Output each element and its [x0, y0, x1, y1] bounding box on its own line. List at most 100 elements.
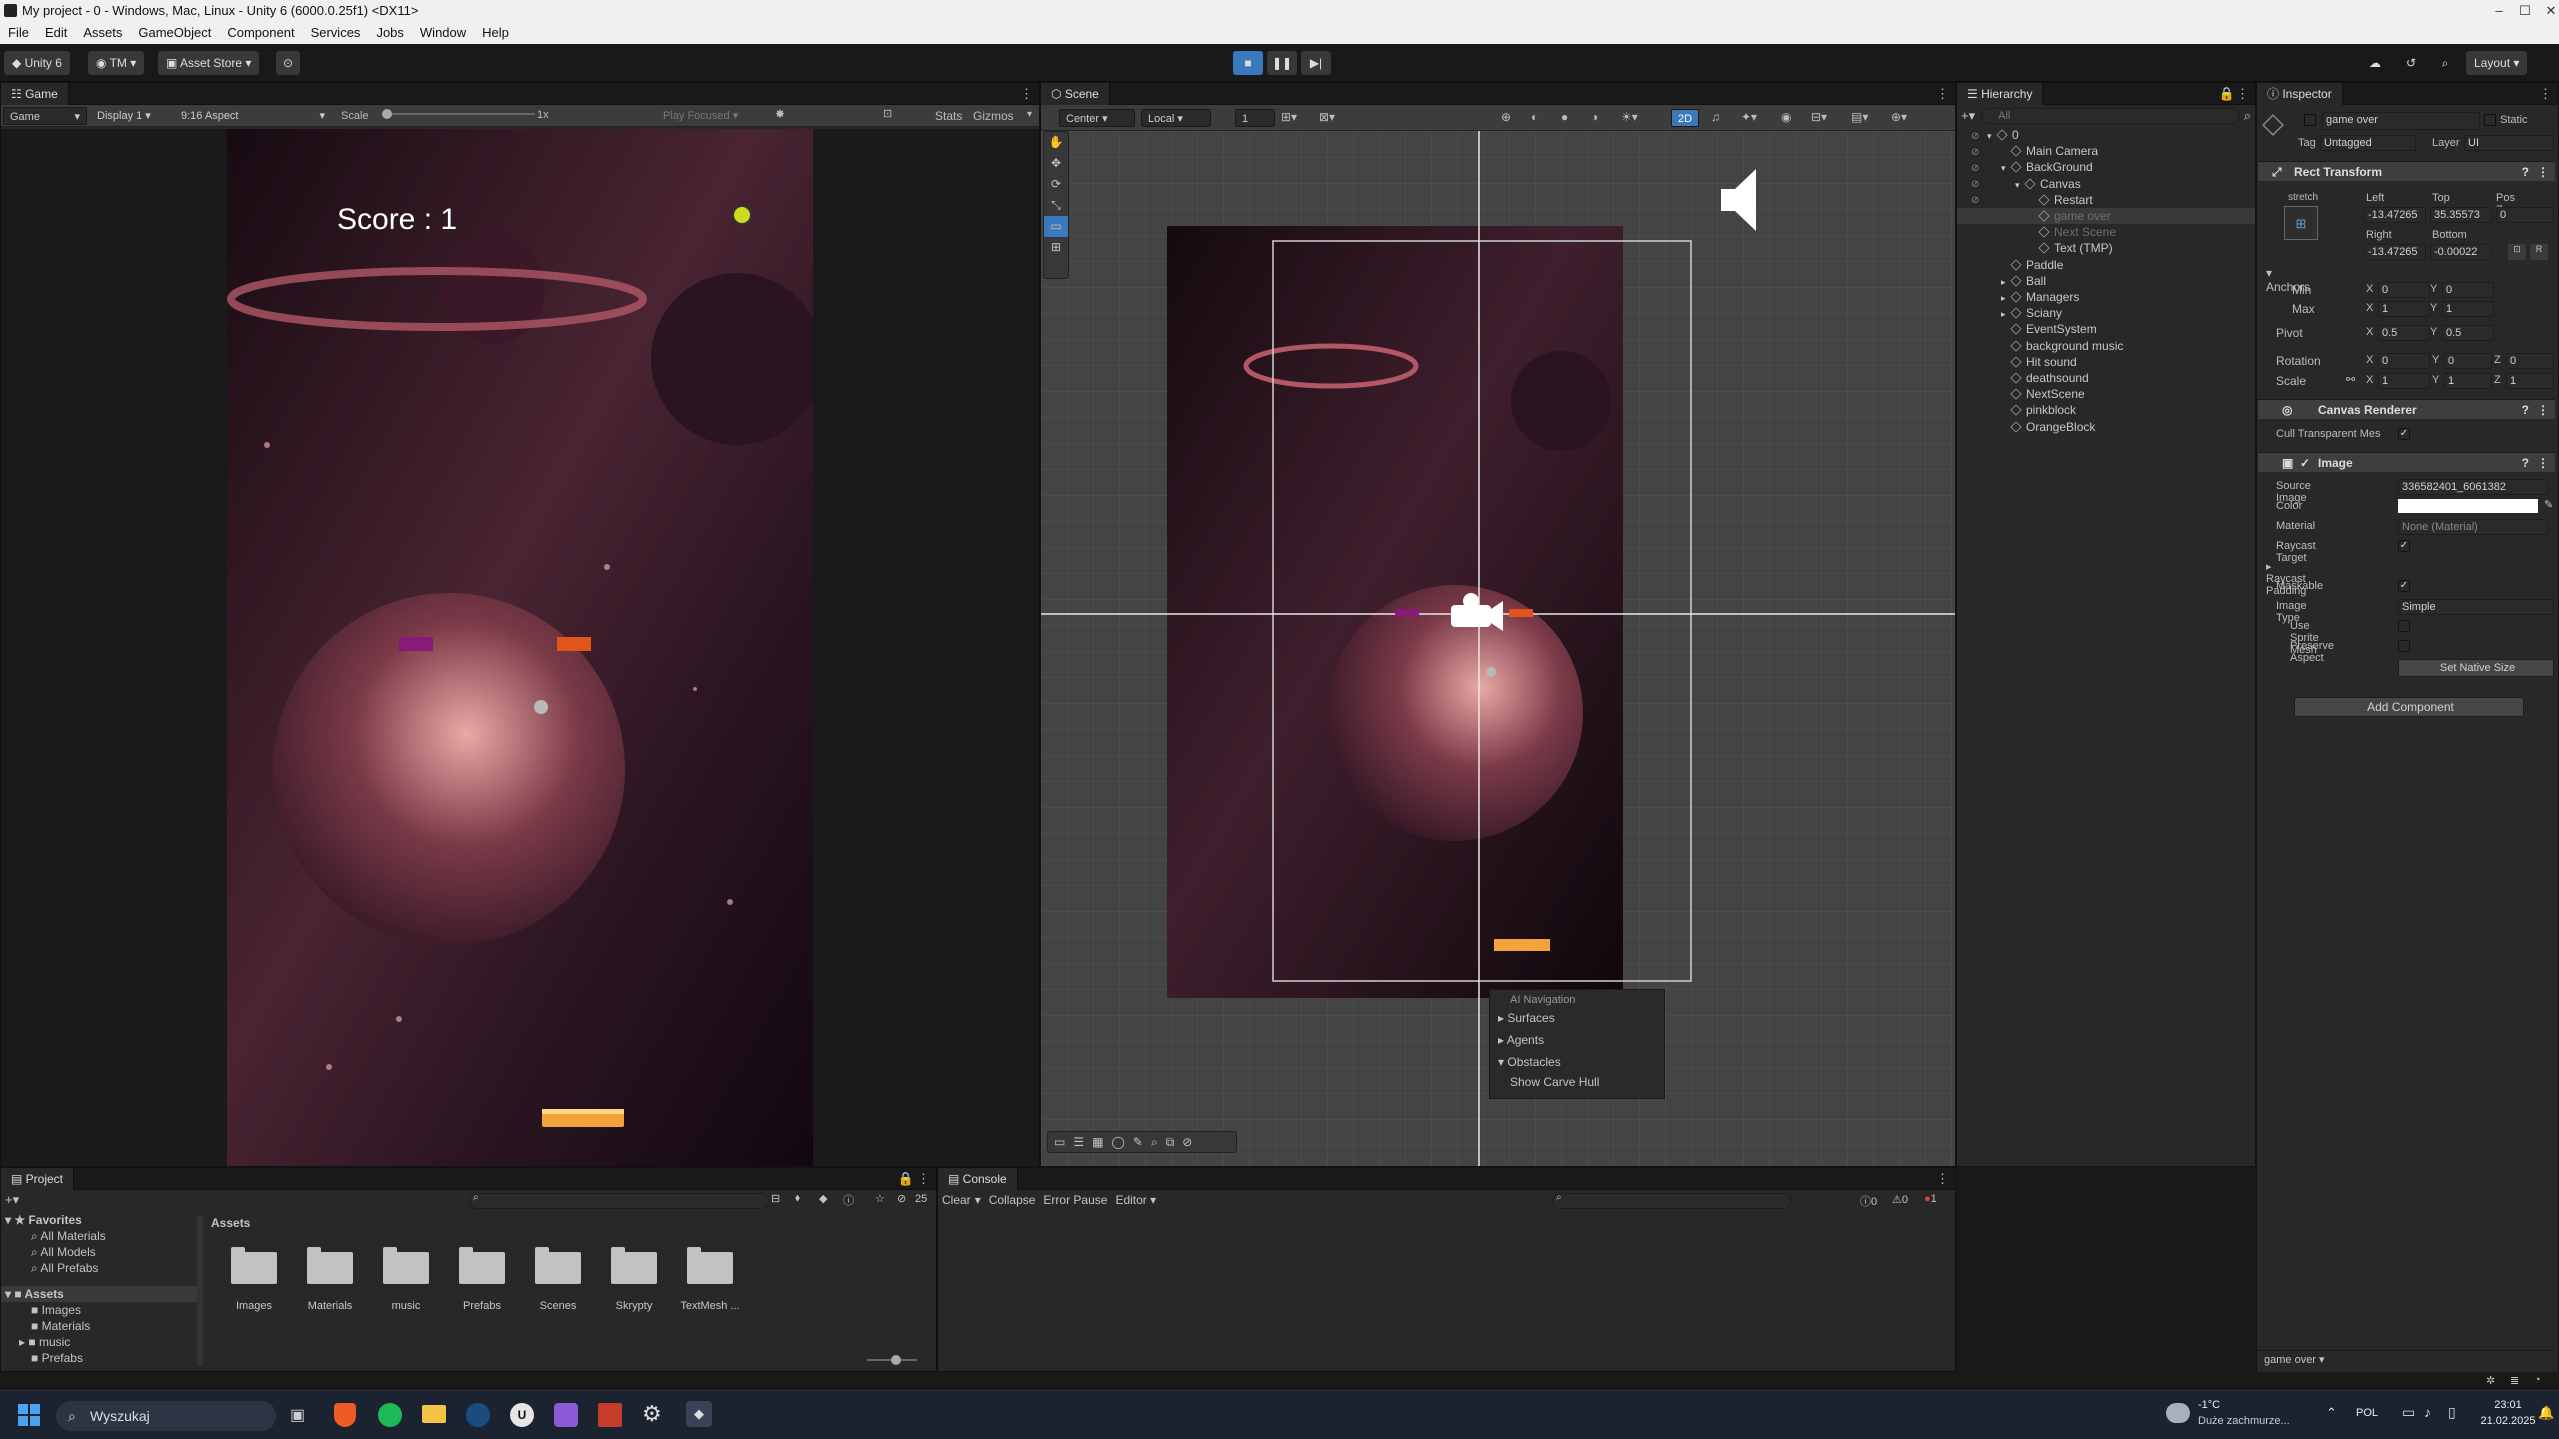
tab-hierarchy[interactable]: ☰ Hierarchy [1957, 83, 2044, 105]
blueprint-icon[interactable]: ⊡ [2508, 244, 2526, 260]
asset-folder-label[interactable]: music [371, 1300, 441, 1312]
folder-icon[interactable] [231, 1247, 277, 1284]
asset-folder-label[interactable]: Materials [295, 1300, 365, 1312]
clear-dropdown-icon[interactable]: ▾ [975, 1193, 981, 1207]
console-more-icon[interactable]: ⋮ [1936, 1171, 1949, 1187]
display-dropdown[interactable]: Display 1 ▾ [91, 107, 171, 125]
notification-icon[interactable]: 🔔 [2538, 1405, 2554, 1421]
tile-palette-icon[interactable]: ▭ [1054, 1135, 1073, 1149]
hierarchy-item[interactable]: Text (TMP) [1957, 240, 2113, 256]
rotation-y-field[interactable]: 0 [2444, 353, 2492, 369]
hierarchy-item[interactable]: Next Scene [1957, 224, 2116, 240]
img-help-icon[interactable]: ? [2522, 453, 2529, 473]
folder-icon[interactable] [535, 1247, 581, 1284]
menu-services[interactable]: Services [303, 22, 369, 44]
gizmos-button[interactable]: Gizmos [973, 109, 1014, 123]
cloud-icon[interactable]: ☁ [2362, 51, 2388, 75]
warning-count-toggle[interactable]: ⚠0 [1892, 1193, 1908, 1206]
info-filter-icon[interactable]: ⓘ [843, 1192, 854, 1208]
clock-date[interactable]: 21.02.2025 [2478, 1415, 2538, 1427]
scale-slider-handle[interactable] [382, 109, 392, 119]
error-pause-button[interactable]: Error Pause [1043, 1193, 1107, 1207]
right-field[interactable]: -13.47265 [2364, 244, 2426, 260]
settings-gear-icon[interactable]: ⚙ [642, 1401, 662, 1427]
tree-music[interactable]: ▸ ■ music [1, 1334, 199, 1350]
folder-icon[interactable] [383, 1247, 429, 1284]
language-indicator[interactable]: POL [2356, 1407, 2378, 1419]
favorite-star-icon[interactable]: ☆ [875, 1192, 885, 1205]
network-icon[interactable]: ▭ [2402, 1404, 2415, 1421]
rect-menu-icon[interactable]: ⋮ [2537, 162, 2549, 182]
shading-lit-icon[interactable]: ◑ [1591, 110, 1598, 124]
assets-breadcrumb[interactable]: Assets [211, 1216, 250, 1230]
project-more-icon[interactable]: ⋮ [917, 1171, 930, 1187]
rotate-tool-icon[interactable]: ⟳ [1044, 174, 1068, 195]
stats-toggle-icon[interactable]: ⊡ [883, 107, 892, 120]
anchors-min-x[interactable]: 0 [2378, 282, 2430, 298]
rotation-x-field[interactable]: 0 [2378, 353, 2430, 369]
menu-file[interactable]: File [0, 22, 37, 44]
favorites-node[interactable]: ▾ ★ Favorites [1, 1212, 199, 1228]
app-grid-icon[interactable] [598, 1403, 622, 1427]
space-dropdown[interactable]: Local ▾ [1141, 109, 1211, 127]
material-field[interactable]: None (Material) [2398, 519, 2548, 535]
cr-menu-icon[interactable]: ⋮ [2537, 400, 2549, 420]
expand-arrow-icon[interactable]: ▸ [2001, 290, 2011, 306]
left-field[interactable]: -13.47265 [2364, 207, 2426, 223]
scale-tool-icon[interactable]: ⤡ [1044, 195, 1068, 216]
menu-help[interactable]: Help [474, 22, 517, 44]
menu-assets[interactable]: Assets [75, 22, 130, 44]
footer-object-name[interactable]: game over [2264, 1354, 2316, 1366]
gameobject-name-field[interactable]: game over [2322, 112, 2480, 130]
menu-component[interactable]: Component [219, 22, 302, 44]
color-swatch[interactable] [2398, 499, 2538, 513]
top-field[interactable]: 35.35573 [2430, 207, 2492, 223]
menu-edit[interactable]: Edit [37, 22, 75, 44]
stats-button[interactable]: Stats [935, 109, 962, 123]
windows-start-icon[interactable] [18, 1404, 40, 1426]
expand-arrow-icon[interactable]: ▸ [2001, 274, 2011, 290]
tree-prefabs[interactable]: ■ Prefabs [1, 1350, 199, 1366]
hierarchy-item[interactable]: deathsound [1957, 370, 2089, 386]
ai-nav-agents[interactable]: ▸ Agents [1490, 1025, 1664, 1047]
status-layers-icon[interactable]: ≣ [2510, 1374, 2519, 1387]
hierarchy-item[interactable]: EventSystem [1957, 321, 2097, 337]
raycast-target-checkbox[interactable]: ✓ [2398, 540, 2410, 552]
camera-icon[interactable]: ⊟▾ [1811, 110, 1827, 124]
pause-button[interactable]: ❚❚ [1267, 51, 1297, 75]
hierarchy-more-icon[interactable]: ⋮ [2236, 86, 2249, 102]
expand-arrow-icon[interactable]: ▾ [1987, 128, 1997, 144]
shading-wire-icon[interactable]: ◐ [1531, 110, 1538, 124]
orientation-icon[interactable]: ⊕ [1501, 110, 1511, 124]
snap-icon[interactable]: ⊠▾ [1319, 110, 1335, 124]
rect-tool-icon[interactable]: ▭ [1044, 216, 1068, 237]
inspector-more-icon[interactable]: ⋮ [2539, 86, 2552, 102]
tilemap-icon[interactable]: ☰ [1073, 1135, 1092, 1149]
fav-all-materials[interactable]: ⌕ All Materials [1, 1228, 199, 1244]
shading-solid-icon[interactable]: ● [1561, 110, 1568, 124]
bottom-field[interactable]: -0.00022 [2430, 244, 2492, 260]
filter-icon[interactable]: ◆ [819, 1192, 827, 1205]
brave-browser-icon[interactable] [334, 1403, 356, 1427]
filter-label-icon[interactable]: ⬧ [795, 1192, 800, 1205]
hierarchy-item[interactable]: background music [1957, 338, 2123, 354]
search-icon[interactable]: ⌕ [2432, 51, 2458, 75]
tab-scene[interactable]: ⬡ Scene [1041, 83, 1110, 105]
posz-field[interactable]: 0 [2496, 207, 2554, 223]
hierarchy-item[interactable]: Paddle [1957, 257, 2063, 273]
tree-images[interactable]: ■ Images [1, 1302, 199, 1318]
rect-transform-header[interactable]: Rect Transform ⤢ ? ⋮ [2258, 161, 2555, 181]
folder-icon[interactable] [611, 1247, 657, 1284]
filter-type-icon[interactable]: ⊟ [771, 1192, 780, 1205]
use-sprite-mesh-checkbox[interactable] [2398, 620, 2410, 632]
layers-icon[interactable]: ⧉ [1166, 1135, 1183, 1149]
effects-icon[interactable]: ✦▾ [1741, 110, 1757, 124]
expand-arrow-icon[interactable]: ▾ [2001, 160, 2011, 176]
scale-x-field[interactable]: 1 [2378, 373, 2430, 389]
steam-icon[interactable] [466, 1403, 490, 1427]
brush-icon[interactable]: ✎ [1133, 1135, 1151, 1149]
hierarchy-item[interactable]: ▸ Managers [1957, 289, 2079, 305]
audio-icon[interactable]: ♫ [1711, 110, 1720, 124]
menu-gameobject[interactable]: GameObject [130, 22, 219, 44]
pivot-dropdown[interactable]: Center ▾ [1059, 109, 1135, 127]
